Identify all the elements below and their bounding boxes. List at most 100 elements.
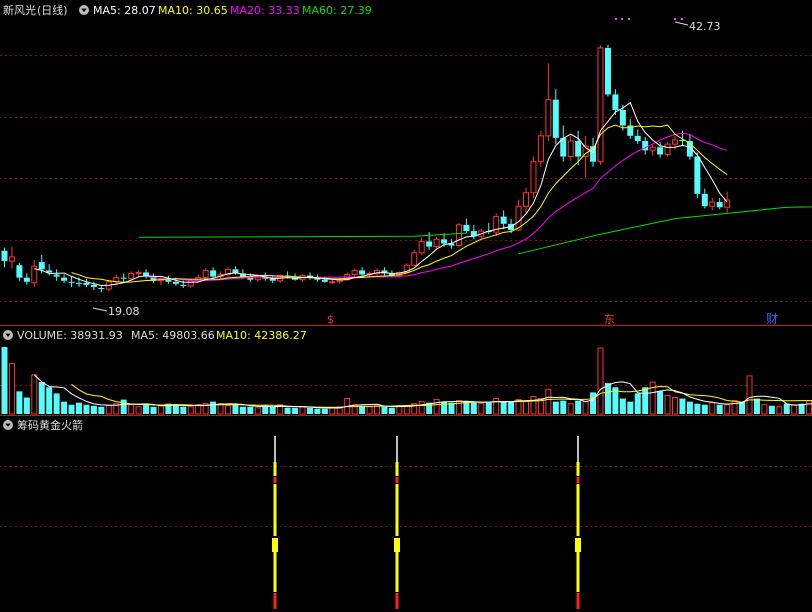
volume-bar xyxy=(239,406,246,414)
volume-bar xyxy=(90,405,97,414)
candle xyxy=(455,222,462,248)
volume-bar xyxy=(31,374,38,415)
candle-body xyxy=(634,135,641,142)
candle-body xyxy=(657,147,664,155)
event-marker-finance[interactable]: 财 xyxy=(766,312,778,326)
volume-bar xyxy=(657,391,664,414)
candle xyxy=(31,260,38,287)
ma60-line xyxy=(138,232,467,238)
candle-body xyxy=(329,281,336,284)
candle-body xyxy=(552,99,559,138)
ma10-label: MA10: 30.65 xyxy=(158,4,228,17)
indicator-panel-menu-button[interactable] xyxy=(3,420,13,430)
candle-body xyxy=(694,156,701,194)
volume-bar xyxy=(135,406,142,415)
candle-body xyxy=(716,202,723,208)
stock-period: (日线) xyxy=(37,3,68,17)
volume-bar xyxy=(321,408,328,414)
candle-body xyxy=(165,279,172,282)
volume-bar xyxy=(284,407,291,414)
rocket-body xyxy=(576,462,580,476)
candle-body xyxy=(604,47,611,95)
candle-body xyxy=(597,47,604,163)
candle-body xyxy=(418,240,425,254)
golden-rocket-signals xyxy=(272,436,581,609)
candle xyxy=(411,249,418,267)
volume-bar xyxy=(701,404,708,414)
volume-bar xyxy=(8,363,15,415)
rocket-body xyxy=(395,552,399,592)
candle-body xyxy=(709,201,716,207)
volume-bar xyxy=(16,391,23,414)
main-panel-menu-button[interactable] xyxy=(79,5,89,15)
candle-body xyxy=(426,241,433,247)
signal-dot xyxy=(681,18,683,20)
volume-bar xyxy=(567,403,574,415)
candle xyxy=(537,130,544,167)
candle xyxy=(634,129,641,145)
volume-bar xyxy=(753,398,760,414)
candle-body xyxy=(455,224,462,247)
candle xyxy=(16,263,23,281)
candle-body xyxy=(500,216,507,224)
volume-bar xyxy=(210,401,217,414)
signal-dot xyxy=(621,18,623,20)
volume-panel-menu-button[interactable] xyxy=(3,330,13,340)
volume-bar xyxy=(523,401,529,415)
volume-ma10-label: MA10: 42386.27 xyxy=(216,329,307,342)
grid-layer xyxy=(0,55,812,527)
volume-bar xyxy=(418,401,425,415)
candle-body xyxy=(128,272,135,280)
candle-body xyxy=(321,279,328,282)
candle xyxy=(306,272,313,280)
candle xyxy=(664,142,671,157)
volume-bar xyxy=(806,400,812,415)
candle xyxy=(470,224,477,240)
volume-bar xyxy=(694,403,701,414)
candle-body xyxy=(441,239,448,244)
candlesticks xyxy=(1,44,731,293)
candle xyxy=(493,213,500,237)
candle xyxy=(202,268,209,280)
moving-average-lines xyxy=(34,101,812,287)
candle-body xyxy=(724,199,731,208)
volume-bar xyxy=(314,408,321,414)
volume-bar xyxy=(619,398,626,414)
rocket-bulge xyxy=(575,538,581,552)
volume-bar xyxy=(560,400,567,414)
volume-bar xyxy=(686,401,693,414)
volume-bar xyxy=(195,404,202,415)
volume-bar xyxy=(679,398,686,414)
signal-dot xyxy=(615,18,617,20)
volume-bar xyxy=(470,402,477,414)
candle-body xyxy=(38,262,45,270)
volume-bar xyxy=(716,404,723,414)
volume-bar xyxy=(225,405,231,415)
volume-bar xyxy=(664,394,671,415)
event-marker-dividend[interactable]: $ xyxy=(327,313,334,326)
candle-body xyxy=(545,99,552,137)
candle-body xyxy=(187,280,194,287)
candle xyxy=(530,156,537,198)
volume-bar xyxy=(254,407,261,415)
candle xyxy=(68,276,75,287)
candle xyxy=(523,187,529,214)
volume-bar xyxy=(299,406,306,415)
candle xyxy=(418,237,425,255)
volume-bar xyxy=(38,382,45,414)
volume-bar xyxy=(545,388,552,415)
candle xyxy=(8,246,15,269)
ma60-line xyxy=(518,206,812,255)
volume-bar xyxy=(157,405,164,415)
event-marker-shareholder[interactable]: 东 xyxy=(604,313,615,326)
candle-body xyxy=(23,277,30,282)
volume-bar xyxy=(761,404,768,415)
golden-rocket-signal xyxy=(575,436,581,609)
volume-bar xyxy=(642,387,649,414)
volume-bar xyxy=(143,404,150,414)
candle xyxy=(545,63,552,142)
candle xyxy=(120,273,127,282)
candle-body xyxy=(120,277,127,279)
rocket-mark xyxy=(395,593,399,609)
volume-bar xyxy=(530,395,537,415)
